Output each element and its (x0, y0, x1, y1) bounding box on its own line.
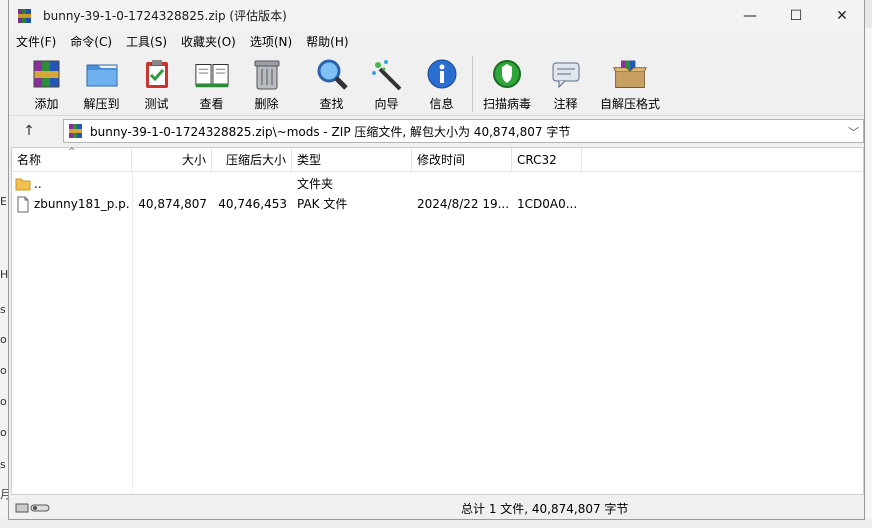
menu-file[interactable]: 文件(F) (9, 33, 63, 50)
winrar-window: bunny-39-1-0-1724328825.zip (评估版本) — ☐ ✕… (8, 0, 865, 520)
menu-favorites[interactable]: 收藏夹(O) (174, 33, 243, 50)
item-crc32: 1CD0A0... (517, 197, 578, 211)
sfx-button[interactable]: 自解压格式 (593, 52, 667, 114)
up-folder-button[interactable]: ↑ (9, 118, 49, 144)
menu-tools[interactable]: 工具(S) (119, 33, 174, 50)
column-crc32[interactable]: CRC32 (512, 148, 582, 172)
winrar-app-icon (17, 8, 33, 24)
virus-scan-button[interactable]: 扫描病毒 (476, 52, 538, 114)
wizard-button[interactable]: 向导 (359, 52, 414, 114)
extract-to-label: 解压到 (83, 97, 120, 111)
extract-to-button[interactable]: 解压到 (74, 52, 129, 114)
find-button[interactable]: 查找 (304, 52, 359, 114)
column-name[interactable]: 名称 ^ (12, 147, 132, 172)
item-name: zbunny181_p.p... (34, 197, 130, 211)
maximize-button[interactable]: ☐ (773, 0, 819, 31)
magic-wand-icon (369, 56, 405, 92)
arrow-up-icon: ↑ (23, 123, 35, 139)
test-button[interactable]: 测试 (129, 52, 184, 114)
drive-key-icon[interactable] (15, 502, 51, 514)
status-icons (15, 502, 51, 514)
path-text: bunny-39-1-0-1724328825.zip\~mods - ZIP … (90, 124, 571, 139)
magnifier-icon (314, 56, 350, 92)
view-label: 查看 (199, 97, 224, 111)
wizard-label: 向导 (374, 97, 399, 111)
item-type: 文件夹 (297, 177, 334, 191)
add-label: 添加 (34, 97, 59, 111)
item-modified: 2024/8/22 19... (417, 197, 509, 211)
info-icon (424, 56, 460, 92)
column-modified[interactable]: 修改时间 (412, 148, 512, 172)
toolbar: 添加 解压到 测试 查看 删除 查找 向导 信息 扫描病毒 注释 自解压格式 (9, 52, 864, 116)
address-bar: ↑ bunny-39-1-0-1724328825.zip\~mods - ZI… (9, 117, 864, 145)
status-bar: 总计 1 文件, 40,874,807 字节 (9, 497, 864, 519)
column-type[interactable]: 类型 (292, 148, 412, 172)
column-divider (132, 172, 133, 494)
list-item-file[interactable]: zbunny181_p.p... 40,874,807 40,746,453 P… (12, 194, 863, 214)
menu-bar: 文件(F) 命令(C) 工具(S) 收藏夹(O) 选项(N) 帮助(H) (9, 31, 864, 51)
info-button[interactable]: 信息 (414, 52, 469, 114)
window-title: bunny-39-1-0-1724328825.zip (评估版本) (43, 9, 287, 23)
comment-button[interactable]: 注释 (538, 52, 593, 114)
item-packed-size: 40,746,453 (218, 197, 287, 211)
virus-scan-label: 扫描病毒 (482, 97, 531, 111)
book-view-icon (194, 56, 230, 92)
find-label: 查找 (319, 97, 344, 111)
status-summary: 总计 1 文件, 40,874,807 字节 (461, 502, 629, 516)
toolbar-separator (472, 56, 473, 112)
folder-extract-icon (84, 56, 120, 92)
comment-icon (548, 56, 584, 92)
menu-help[interactable]: 帮助(H) (299, 33, 355, 50)
zip-archive-icon (68, 123, 84, 139)
virus-scan-icon (489, 56, 525, 92)
trash-icon (249, 56, 285, 92)
item-type: PAK 文件 (297, 197, 348, 211)
list-header: 名称 ^ 大小 压缩后大小 类型 修改时间 CRC32 (12, 147, 863, 172)
add-button[interactable]: 添加 (19, 52, 74, 114)
test-clipboard-icon (139, 56, 175, 92)
path-combobox[interactable]: bunny-39-1-0-1724328825.zip\~mods - ZIP … (63, 119, 864, 143)
view-button[interactable]: 查看 (184, 52, 239, 114)
file-list: 名称 ^ 大小 压缩后大小 类型 修改时间 CRC32 .. 文件夹 zbunn… (11, 147, 864, 495)
title-bar[interactable]: bunny-39-1-0-1724328825.zip (评估版本) — ☐ ✕ (9, 0, 864, 31)
column-size[interactable]: 大小 (132, 148, 212, 172)
list-item-parent[interactable]: .. 文件夹 (12, 174, 863, 194)
add-archive-icon (29, 56, 65, 92)
minimize-button[interactable]: — (727, 0, 773, 31)
menu-options[interactable]: 选项(N) (243, 33, 299, 50)
file-icon (15, 194, 31, 214)
delete-button[interactable]: 删除 (239, 52, 294, 114)
test-label: 测试 (144, 97, 169, 111)
close-button[interactable]: ✕ (819, 0, 865, 31)
column-packed-size[interactable]: 压缩后大小 (212, 148, 292, 172)
item-name: .. (34, 177, 42, 191)
sfx-box-icon (612, 56, 648, 92)
comment-label: 注释 (553, 97, 578, 111)
folder-icon (15, 174, 31, 194)
item-size: 40,874,807 (138, 197, 207, 211)
sfx-label: 自解压格式 (599, 97, 660, 111)
chevron-down-icon[interactable]: ﹀ (848, 124, 859, 140)
background-window-right (864, 28, 872, 528)
info-label: 信息 (429, 97, 454, 111)
menu-commands[interactable]: 命令(C) (63, 33, 119, 50)
sort-ascending-icon: ^ (68, 147, 76, 157)
delete-label: 删除 (254, 97, 279, 111)
